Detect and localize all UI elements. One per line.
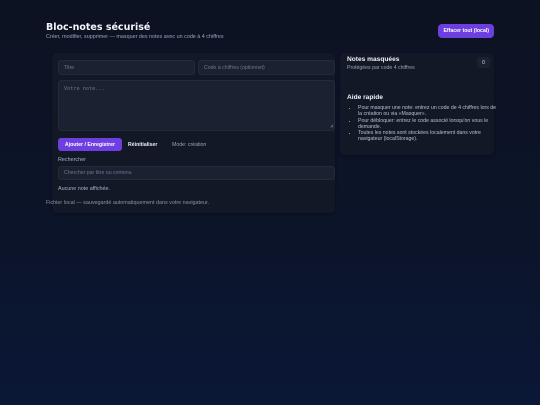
hidden-notes-title: Notes masquées xyxy=(347,56,400,63)
page-subtitle: Créer, modifier, supprimer — masquer des… xyxy=(46,34,224,40)
help-card: Aide rapide Pour masquer une note: entre… xyxy=(340,89,496,155)
hidden-notes-count-badge: 0 xyxy=(477,57,490,68)
help-item: Toutes les notes sont stockées localemen… xyxy=(358,130,498,143)
note-textarea[interactable]: Votre note... ◢ xyxy=(58,80,335,131)
hidden-notes-subtitle: Protégées par code 4 chiffres xyxy=(347,65,415,71)
add-save-button[interactable]: Ajouter / Enregistrer xyxy=(58,138,122,151)
title-input[interactable]: Titre xyxy=(58,60,195,75)
empty-state-text: Aucune note affichée. xyxy=(58,186,111,192)
editor-form: Titre Code à chiffres (optionnel) Votre … xyxy=(58,60,335,210)
note-placeholder: Votre note... xyxy=(64,86,105,92)
footer-note: Fichier local — sauvegardé automatiqueme… xyxy=(46,200,210,206)
mode-status: Mode: création xyxy=(172,141,207,148)
page-title: Bloc-notes sécurisé xyxy=(46,22,151,33)
help-list: Pour masquer une note: entrez un code de… xyxy=(349,105,498,143)
clear-all-button[interactable]: Effacer tout (local) xyxy=(438,24,494,38)
code-input[interactable]: Code à chiffres (optionnel) xyxy=(198,60,335,75)
search-input[interactable]: Chercher par titre ou contenu xyxy=(58,166,335,180)
help-item: Pour débloquer: entrez le code associé l… xyxy=(358,118,498,131)
help-item: Pour masquer une note: entrez un code de… xyxy=(358,105,498,118)
editor-card: Titre Code à chiffres (optionnel) Votre … xyxy=(52,53,335,213)
help-title: Aide rapide xyxy=(347,94,383,101)
reset-button[interactable]: Réinitialiser xyxy=(128,138,157,151)
app: Bloc-notes sécurisé Créer, modifier, sup… xyxy=(46,22,496,213)
search-label: Rechercher xyxy=(58,157,86,163)
resize-handle-icon[interactable]: ◢ xyxy=(330,123,333,129)
header: Bloc-notes sécurisé Créer, modifier, sup… xyxy=(46,22,494,50)
